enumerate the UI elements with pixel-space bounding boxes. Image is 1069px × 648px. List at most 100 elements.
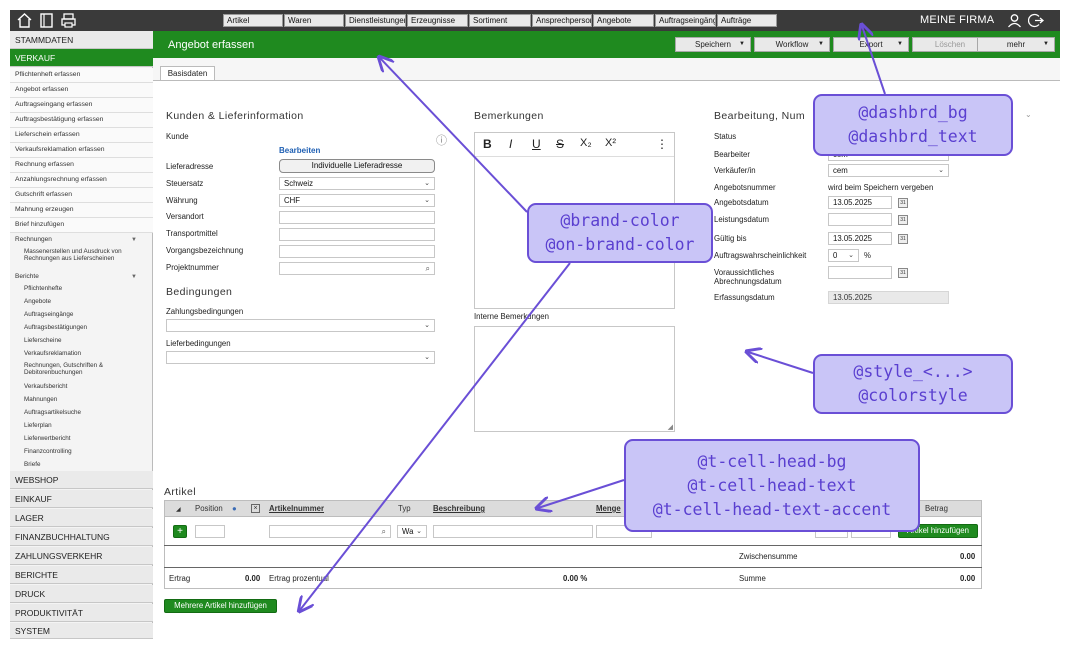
- sidebar-item-rechnung[interactable]: Rechnung erfassen: [10, 158, 153, 173]
- sidebar-sub-mahnungen[interactable]: Mahnungen: [24, 396, 151, 403]
- sidebar-sub-auftragsartikelsuche[interactable]: Auftragsartikelsuche: [24, 409, 151, 416]
- sidebar-sub-auftragseingaenge[interactable]: Auftragseingänge: [24, 311, 151, 318]
- italic-icon[interactable]: I: [509, 137, 512, 151]
- nav-tab-ansprechpersonen[interactable]: Ansprechpersonen: [532, 14, 592, 27]
- tab-basisdaten[interactable]: Basisdaten: [160, 66, 215, 81]
- col-betrag[interactable]: Betrag: [925, 504, 948, 513]
- waehrung-select[interactable]: CHF ⌄: [279, 194, 435, 207]
- sidebar-item-mahnung[interactable]: Mahnung erzeugen: [10, 203, 153, 218]
- export-button[interactable]: Export ▼: [833, 37, 909, 52]
- bearbeiten-link[interactable]: Bearbeiten: [279, 146, 320, 155]
- sidebar-main-einkauf[interactable]: EINKAUF: [10, 490, 153, 508]
- sidebar-main-produktivitaet[interactable]: PRODUKTIVITÄT: [10, 604, 153, 622]
- add-row-button[interactable]: +: [173, 525, 187, 538]
- liefer-select[interactable]: ⌄: [166, 351, 435, 364]
- sidebar-sub-briefe[interactable]: Briefe: [24, 461, 151, 468]
- group-icon[interactable]: ●: [232, 504, 237, 513]
- sidebar-sub-massenerstellen[interactable]: Massenerstellen und Ausdruck von Rechnun…: [24, 248, 151, 262]
- beschreibung-input[interactable]: [433, 525, 593, 538]
- nav-tab-waren[interactable]: Waren: [284, 14, 344, 27]
- sidebar-item-auftragsbestaetigung[interactable]: Auftragsbestätigung erfassen: [10, 113, 153, 128]
- workflow-button[interactable]: Workflow ▼: [754, 37, 830, 52]
- sidebar-sub-rechnungen-gutschriften[interactable]: Rechnungen, Gutschriften & Debitorenbuch…: [24, 362, 151, 376]
- sidebar-sub-lieferscheine[interactable]: Lieferscheine: [24, 337, 151, 344]
- mehrere-artikel-button[interactable]: Mehrere Artikel hinzufügen: [164, 599, 277, 613]
- position-input[interactable]: [195, 525, 225, 538]
- search-icon[interactable]: ⌕: [426, 263, 430, 274]
- leistungsdatum-input[interactable]: [828, 213, 892, 226]
- user-icon[interactable]: [1006, 12, 1023, 29]
- interne-bemerkungen-textarea[interactable]: ◢: [474, 326, 675, 432]
- kunde-input[interactable]: [279, 132, 434, 145]
- calendar-icon[interactable]: 31: [898, 268, 908, 278]
- underline-icon[interactable]: U: [532, 137, 541, 151]
- superscript-icon[interactable]: X²: [605, 137, 616, 149]
- sidebar-main-berichte[interactable]: BERICHTE: [10, 566, 153, 584]
- sidebar-main-zahlungsverkehr[interactable]: ZAHLUNGSVERKEHR: [10, 547, 153, 565]
- calendar-icon[interactable]: 31: [898, 215, 908, 225]
- sidebar-item-anzahlungsrechnung[interactable]: Anzahlungsrechnung erfassen: [10, 173, 153, 188]
- sidebar-main-webshop[interactable]: WEBSHOP: [10, 471, 153, 489]
- search-icon[interactable]: ⌕: [382, 526, 386, 537]
- sidebar-sub-lieferwertbericht[interactable]: Lieferwertbericht: [24, 435, 151, 442]
- versandort-input[interactable]: [279, 211, 435, 224]
- bold-icon[interactable]: B: [483, 137, 492, 151]
- home-icon[interactable]: [16, 12, 33, 29]
- sort-triangle-icon[interactable]: ◢: [176, 506, 181, 513]
- col-typ[interactable]: Typ: [398, 504, 411, 513]
- printer-icon[interactable]: [60, 12, 77, 29]
- sidebar-main-system[interactable]: SYSTEM: [10, 623, 153, 639]
- zahlung-select[interactable]: ⌄: [166, 319, 435, 332]
- col-beschreibung[interactable]: Beschreibung: [433, 504, 485, 513]
- individual-address-button[interactable]: Individuelle Lieferadresse: [279, 159, 435, 173]
- sidebar-sub-verkaufsreklamation[interactable]: Verkaufsreklamation: [24, 350, 151, 357]
- calendar-icon[interactable]: 31: [898, 198, 908, 208]
- save-button[interactable]: Speichern ▼: [675, 37, 751, 52]
- projekt-input[interactable]: ⌕: [279, 262, 435, 275]
- window-icon[interactable]: [38, 12, 55, 29]
- col-menge[interactable]: Menge: [596, 504, 621, 513]
- resize-handle-icon[interactable]: ◢: [668, 423, 673, 431]
- strikethrough-icon[interactable]: S: [556, 137, 564, 151]
- gueltig-input[interactable]: 13.05.2025: [828, 232, 892, 245]
- nav-tab-dienstleistungen[interactable]: Dienstleistungen: [345, 14, 406, 27]
- calendar-icon[interactable]: 31: [898, 234, 908, 244]
- logout-icon[interactable]: [1027, 12, 1045, 29]
- sidebar-group-berichte[interactable]: Berichte ▼: [10, 271, 153, 283]
- nav-tab-erzeugnisse[interactable]: Erzeugnisse: [407, 14, 468, 27]
- sidebar-item-verkaufsreklamation[interactable]: Verkaufsreklamation erfassen: [10, 143, 153, 158]
- more-options-icon[interactable]: ⋮: [656, 137, 668, 151]
- sidebar-main-stammdaten[interactable]: STAMMDATEN: [10, 31, 153, 49]
- sidebar-sub-lieferplan[interactable]: Lieferplan: [24, 422, 151, 429]
- sidebar-sub-verkaufsbericht[interactable]: Verkaufsbericht: [24, 383, 151, 390]
- sidebar-item-auftragseingang[interactable]: Auftragseingang erfassen: [10, 98, 153, 113]
- nav-tab-artikel[interactable]: Artikel: [223, 14, 283, 27]
- nav-tab-sortiment[interactable]: Sortiment: [469, 14, 531, 27]
- sidebar-item-angebot[interactable]: Angebot erfassen: [10, 83, 153, 98]
- nav-tab-auftraege[interactable]: Aufträge: [717, 14, 777, 27]
- steuersatz-select[interactable]: Schweiz ⌄: [279, 177, 435, 190]
- sidebar-main-lager[interactable]: LAGER: [10, 509, 153, 527]
- abrechnung-input[interactable]: [828, 266, 892, 279]
- artikelnummer-input[interactable]: ⌕: [269, 525, 391, 538]
- angebotsdatum-input[interactable]: 13.05.2025: [828, 196, 892, 209]
- nav-tab-auftragseingaenge[interactable]: Auftragseingänge: [655, 14, 716, 27]
- col-artikelnummer[interactable]: Artikelnummer: [269, 504, 324, 513]
- sidebar-main-verkauf[interactable]: VERKAUF: [10, 49, 153, 67]
- sidebar-main-finanzbuchhaltung[interactable]: FINANZBUCHHALTUNG: [10, 528, 153, 546]
- close-icon[interactable]: ×: [251, 504, 260, 513]
- sidebar-item-brief[interactable]: Brief hinzufügen: [10, 218, 153, 233]
- sidebar-sub-angebote[interactable]: Angebote: [24, 298, 151, 305]
- more-button[interactable]: mehr ▼: [977, 37, 1055, 52]
- col-position[interactable]: Position: [195, 504, 223, 513]
- info-icon[interactable]: ⓘ: [436, 132, 447, 148]
- sidebar-item-pflichtenheft[interactable]: Pflichtenheft erfassen: [10, 68, 153, 83]
- sidebar-sub-auftragsbestaetigungen[interactable]: Auftragsbestätigungen: [24, 324, 151, 331]
- subscript-icon[interactable]: X₂: [580, 137, 592, 149]
- typ-select[interactable]: Wa ⌄: [397, 525, 427, 538]
- nav-tab-angebote[interactable]: Angebote: [593, 14, 654, 27]
- vorgang-input[interactable]: [279, 245, 435, 258]
- sidebar-group-rechnungen[interactable]: Rechnungen ▼: [10, 234, 153, 246]
- verkaeufer-select[interactable]: cem ⌄: [828, 164, 949, 177]
- sidebar-main-druck[interactable]: DRUCK: [10, 585, 153, 603]
